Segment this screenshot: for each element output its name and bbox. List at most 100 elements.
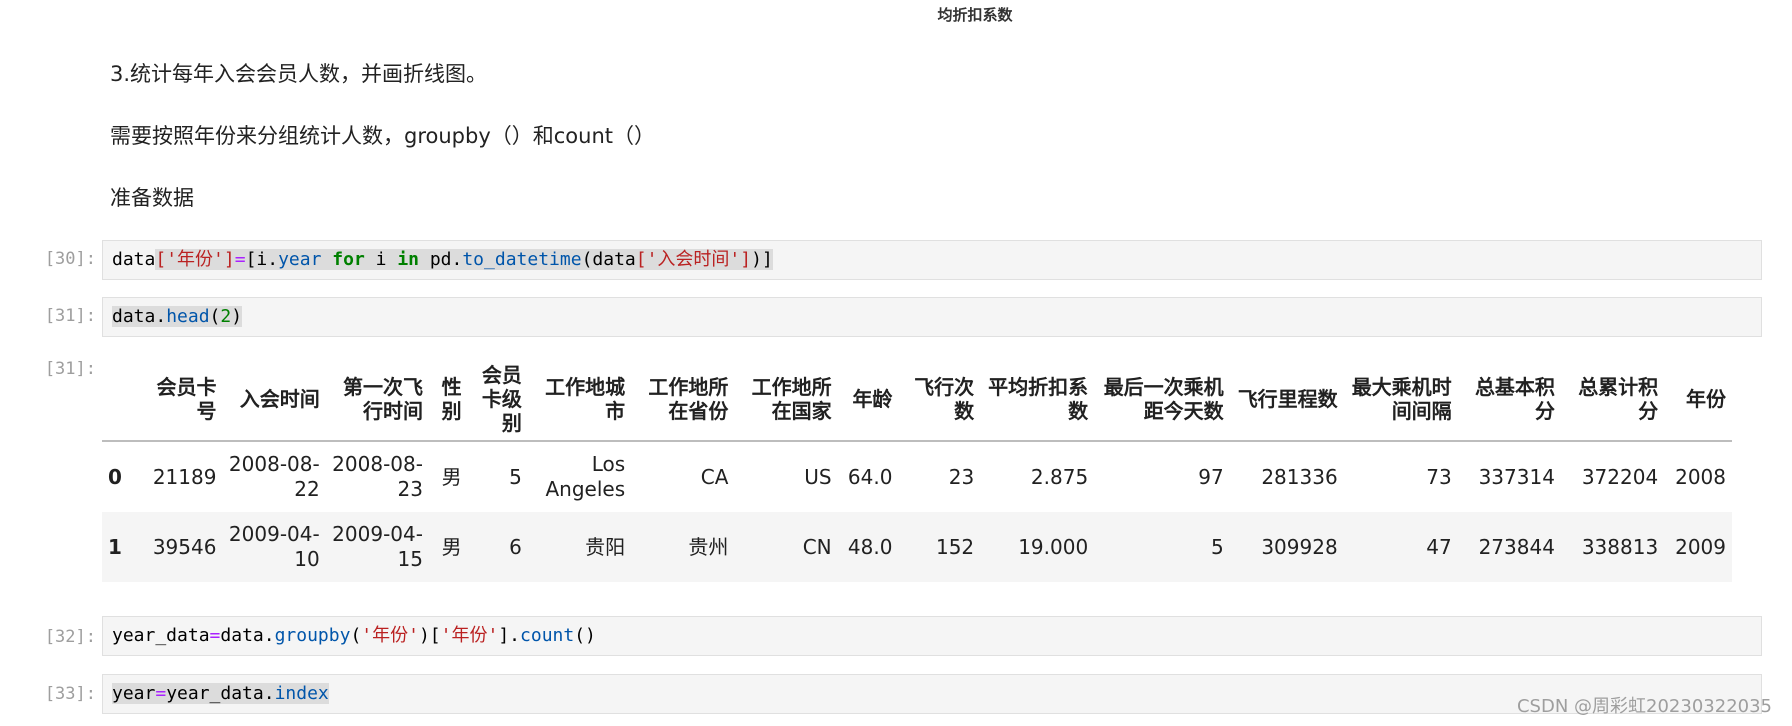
code-token: ( <box>209 306 221 327</box>
code-token: 2 <box>220 306 232 327</box>
column-header: 会员卡级别 <box>481 363 522 435</box>
column-header: 年龄 <box>852 387 893 411</box>
table-cell: 39546 <box>152 534 217 559</box>
code-token: data. <box>112 306 167 327</box>
table-cell: 贵阳 <box>585 534 626 559</box>
table-cell: Los Angeles <box>545 452 626 501</box>
code-token: in <box>397 249 430 270</box>
table-cell: 2009-04-15 <box>332 522 423 571</box>
cell-31-prompt: [31]: <box>44 306 96 326</box>
table-cell: 2.875 <box>1030 464 1089 489</box>
column-header: 总基本积分 <box>1474 375 1555 423</box>
table-cell: 5 <box>509 464 522 489</box>
code-token: '年份' <box>440 625 499 646</box>
code-token: count <box>520 625 575 646</box>
column-header: 工作地所在省份 <box>648 375 729 423</box>
table-cell: 2008-08-22 <box>228 452 320 501</box>
table-row: 0 21189 2008-08-22 2008-08-23 男 5 Los An… <box>102 441 1732 512</box>
markdown-prepare-data: 准备数据 <box>110 186 194 210</box>
column-header-index <box>102 358 141 441</box>
code-token: year_data. <box>166 683 275 704</box>
column-header: 工作地城市 <box>545 375 626 423</box>
table-cell: 男 <box>441 534 462 559</box>
code-token: for <box>321 249 376 270</box>
previous-output-caption: 均折扣系数 <box>937 6 1013 24</box>
code-token: ( <box>350 625 362 646</box>
code-cell-32[interactable]: year_data=data.groupby('年份')['年份'].count… <box>102 616 1762 656</box>
table-header-row: 会员卡号 入会时间 第一次飞行时间 性别 会员卡级别 工作地城市 工作地所在省份… <box>102 358 1732 441</box>
code-cell-33[interactable]: year=year_data.index <box>102 674 1762 714</box>
column-header: 工作地所在国家 <box>751 375 832 423</box>
code-token: i <box>375 249 398 270</box>
watermark: CSDN @周彩虹20230322035 <box>1516 696 1772 717</box>
code-token: = <box>155 683 167 704</box>
table-cell: 64.0 <box>847 464 893 489</box>
output-31-prompt: [31]: <box>44 359 96 379</box>
table-cell: 337314 <box>1478 464 1555 489</box>
table-cell: 152 <box>935 534 975 559</box>
column-header: 飞行次数 <box>914 375 975 423</box>
row-index: 1 <box>108 535 122 559</box>
table-cell: 5 <box>1210 534 1224 559</box>
code-token: ['入会时间'] <box>635 249 752 270</box>
column-header: 平均折扣系数 <box>988 375 1089 423</box>
table-cell: 21189 <box>152 464 217 489</box>
column-header: 第一次飞行时间 <box>342 375 423 423</box>
markdown-note: 需要按照年份来分组统计人数，groupby（）和count（） <box>110 124 655 148</box>
code-token: '年份' <box>361 625 419 646</box>
code-cell-30[interactable]: data['年份']=[i.year for i in pd.to_dateti… <box>102 240 1762 280</box>
code-token: )] <box>751 249 773 270</box>
table-cell: 338813 <box>1581 534 1659 559</box>
code-token: ['年份'] <box>155 249 235 270</box>
table-cell: 47 <box>1426 534 1452 559</box>
code-token: (data <box>581 249 636 270</box>
column-header: 总累计积分 <box>1578 375 1659 423</box>
code-token: year <box>278 249 322 270</box>
code-token: = <box>209 625 221 646</box>
column-header: 性别 <box>441 375 462 423</box>
column-header: 飞行里程数 <box>1237 387 1338 411</box>
table-cell: US <box>804 464 832 489</box>
cell-30-prompt: [30]: <box>44 249 96 269</box>
table-cell: 男 <box>441 464 462 489</box>
table-cell: 2008 <box>1675 464 1726 489</box>
column-header: 最大乘机时间间隔 <box>1351 375 1452 423</box>
code-token: pd. <box>429 249 463 270</box>
table-cell: 372204 <box>1581 464 1659 489</box>
cell-33-prompt: [33]: <box>44 684 96 704</box>
code-token: data. <box>220 625 275 646</box>
code-token: year_data <box>112 625 210 646</box>
table-cell: 19.000 <box>1018 534 1089 559</box>
table-cell: 281336 <box>1261 464 1338 489</box>
code-token: to_datetime <box>462 249 582 270</box>
table-cell: 2009-04-10 <box>228 522 320 571</box>
markdown-task-heading: 3.统计每年入会会员人数，并画折线图。 <box>110 62 488 86</box>
table-cell: 273844 <box>1478 534 1555 559</box>
code-token: () <box>574 625 596 646</box>
code-token: head <box>166 306 210 327</box>
table-cell: 贵州 <box>688 534 729 559</box>
column-header: 入会时间 <box>239 387 320 411</box>
dataframe-output-table: 会员卡号 入会时间 第一次飞行时间 性别 会员卡级别 工作地城市 工作地所在省份… <box>102 358 1732 582</box>
code-token: groupby <box>274 625 351 646</box>
column-header: 会员卡号 <box>156 375 217 423</box>
cell-32-prompt: [32]: <box>44 627 96 647</box>
table-cell: CN <box>802 534 832 559</box>
row-index: 0 <box>108 465 122 489</box>
code-token: ) <box>231 306 243 327</box>
table-cell: 48.0 <box>847 534 893 559</box>
table-cell: 2008-08-23 <box>332 452 423 501</box>
code-cell-31[interactable]: data.head(2) <box>102 297 1762 337</box>
table-row: 1 39546 2009-04-10 2009-04-15 男 6 贵阳 贵州 … <box>102 512 1732 582</box>
table-cell: 73 <box>1426 464 1452 489</box>
table-cell: 97 <box>1198 464 1224 489</box>
table-cell: 2009 <box>1675 534 1726 559</box>
code-token: [i. <box>245 249 279 270</box>
code-token: data <box>112 249 156 270</box>
code-token: index <box>274 683 329 704</box>
code-token: year <box>112 683 156 704</box>
table-cell: CA <box>700 464 729 489</box>
code-token: = <box>234 249 246 270</box>
column-header: 年份 <box>1686 387 1726 411</box>
column-header: 最后一次乘机距今天数 <box>1103 375 1224 423</box>
